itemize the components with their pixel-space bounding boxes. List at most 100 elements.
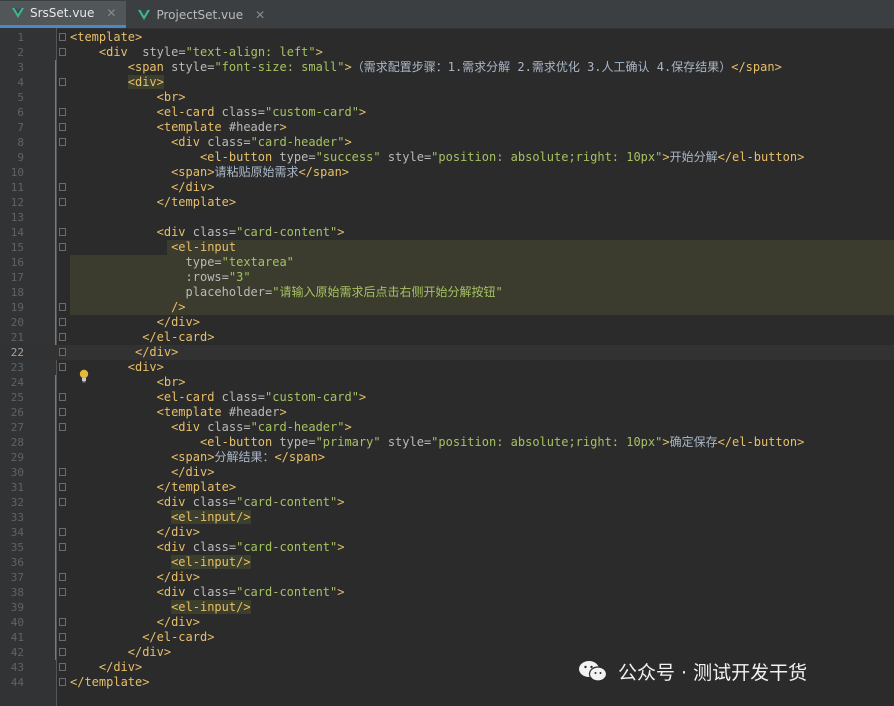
fold-marker-icon[interactable] [59, 663, 66, 671]
code-token: type= [272, 435, 316, 449]
fold-marker-icon[interactable] [59, 228, 66, 236]
code-text: </div> [157, 570, 200, 585]
code-token: /> [171, 300, 186, 314]
code-line[interactable]: 17:rows="3" [0, 270, 894, 285]
fold-marker-icon[interactable] [59, 408, 66, 416]
code-text: <el-input/> [171, 510, 251, 525]
fold-marker-icon[interactable] [59, 108, 66, 116]
code-line[interactable]: 12 </template> [0, 195, 894, 210]
code-token: class= [214, 105, 265, 119]
code-line[interactable]: 18 placeholder="请输入原始需求后点击右侧开始分解按钮" [0, 285, 894, 300]
code-text: /> [171, 300, 185, 315]
code-token: <el-input/> [171, 510, 251, 524]
code-line[interactable]: 26 <template #header> [0, 405, 894, 420]
close-icon[interactable]: ✕ [106, 6, 116, 20]
fold-marker-icon[interactable] [59, 573, 66, 581]
fold-marker-icon[interactable] [59, 468, 66, 476]
fold-marker-icon[interactable] [59, 543, 66, 551]
code-line[interactable]: 27 <div class="card-header"> [0, 420, 894, 435]
code-line[interactable]: 14 <div class="card-content"> [0, 225, 894, 240]
code-line[interactable]: 25 <el-card class="custom-card"> [0, 390, 894, 405]
fold-marker-icon[interactable] [59, 483, 66, 491]
code-line[interactable]: 16 type="textarea" [0, 255, 894, 270]
fold-marker-icon[interactable] [59, 138, 66, 146]
code-text: </el-card> [142, 330, 214, 345]
code-line[interactable]: 40 </div> [0, 615, 894, 630]
close-icon[interactable]: ✕ [255, 8, 265, 22]
code-line[interactable]: 5 <br> [0, 90, 894, 105]
line-number: 40 [10, 616, 24, 629]
code-token: class= [185, 495, 237, 509]
code-line[interactable]: 10 <span>请粘贴原始需求</span> [0, 165, 894, 180]
code-line[interactable]: 24 <br> [0, 375, 894, 390]
code-line[interactable]: 2 <div style="text-align: left"> [0, 45, 894, 60]
code-token: > [315, 45, 323, 59]
fold-marker-icon[interactable] [59, 333, 66, 341]
fold-marker-icon[interactable] [59, 318, 66, 326]
code-line[interactable]: 32 <div class="card-content"> [0, 495, 894, 510]
code-line[interactable]: 15 <el-input [0, 240, 894, 255]
fold-marker-icon[interactable] [59, 183, 66, 191]
fold-marker-icon[interactable] [59, 393, 66, 401]
code-line[interactable]: 4 <div> [0, 75, 894, 90]
code-line[interactable]: 39 <el-input/> [0, 600, 894, 615]
fold-marker-icon[interactable] [59, 588, 66, 596]
code-line[interactable]: 33 <el-input/> [0, 510, 894, 525]
fold-marker-icon[interactable] [59, 498, 66, 506]
line-number: 1 [17, 31, 24, 44]
code-line[interactable]: 11 </div> [0, 180, 894, 195]
code-line[interactable]: 20 </div> [0, 315, 894, 330]
code-line[interactable]: 38 <div class="card-content"> [0, 585, 894, 600]
code-text: </template> [157, 480, 236, 495]
code-line[interactable]: 13 [0, 210, 894, 225]
code-line[interactable]: 36 <el-input/> [0, 555, 894, 570]
line-number: 3 [17, 61, 24, 74]
fold-marker-icon[interactable] [59, 123, 66, 131]
code-token: <div [156, 540, 186, 554]
code-line[interactable]: 22 </div> [0, 345, 894, 360]
fold-marker-icon[interactable] [59, 678, 66, 686]
fold-marker-icon[interactable] [59, 348, 66, 356]
code-line[interactable]: 6 <el-card class="custom-card"> [0, 105, 894, 120]
fold-marker-icon[interactable] [59, 648, 66, 656]
code-line[interactable]: 21 </el-card> [0, 330, 894, 345]
fold-marker-icon[interactable] [59, 528, 66, 536]
code-line[interactable]: 37 </div> [0, 570, 894, 585]
code-line[interactable]: 23 <div> [0, 360, 894, 375]
code-line[interactable]: 8 <div class="card-header"> [0, 135, 894, 150]
fold-marker-icon[interactable] [59, 198, 66, 206]
fold-marker-icon[interactable] [59, 423, 66, 431]
code-line[interactable]: 3 <span style="font-size: small">（需求配置步骤：… [0, 60, 894, 75]
fold-marker-icon[interactable] [59, 243, 66, 251]
fold-marker-icon[interactable] [59, 303, 66, 311]
code-line[interactable]: 1 <template> [0, 30, 894, 45]
code-token: class= [199, 135, 251, 149]
code-line[interactable]: 34 </div> [0, 525, 894, 540]
code-text: </el-card> [142, 630, 214, 645]
lightbulb-icon[interactable] [78, 369, 90, 383]
line-number: 20 [10, 316, 24, 329]
code-line[interactable]: 19 /> [0, 300, 894, 315]
code-token: <br> [156, 90, 186, 104]
fold-marker-icon[interactable] [59, 78, 66, 86]
tab-srsset-vue[interactable]: SrsSet.vue ✕ [0, 1, 127, 28]
line-number: 4 [17, 76, 24, 89]
code-line[interactable]: 29 <span>分解结果：</span> [0, 450, 894, 465]
code-token: "custom-card" [265, 390, 359, 404]
code-token: </el-card> [142, 630, 215, 644]
code-line[interactable]: 41 </el-card> [0, 630, 894, 645]
code-line[interactable]: 35 <div class="card-content"> [0, 540, 894, 555]
fold-marker-icon[interactable] [59, 33, 66, 41]
code-line[interactable]: 7 <template #header> [0, 120, 894, 135]
code-line[interactable]: 31 </template> [0, 480, 894, 495]
fold-marker-icon[interactable] [59, 363, 66, 371]
code-line[interactable]: 30 </div> [0, 465, 894, 480]
code-line[interactable]: 9 <el-button type="success" style="positi… [0, 150, 894, 165]
line-number: 38 [10, 586, 24, 599]
fold-marker-icon[interactable] [59, 48, 66, 56]
fold-marker-icon[interactable] [59, 618, 66, 626]
fold-marker-icon[interactable] [59, 633, 66, 641]
tab-projectset-vue[interactable]: ProjectSet.vue ✕ [126, 1, 275, 28]
code-editor[interactable]: 1 <template> 2 <div style="text-align: left… [0, 28, 894, 706]
code-line[interactable]: 28 <el-button type="primary" style="posit… [0, 435, 894, 450]
